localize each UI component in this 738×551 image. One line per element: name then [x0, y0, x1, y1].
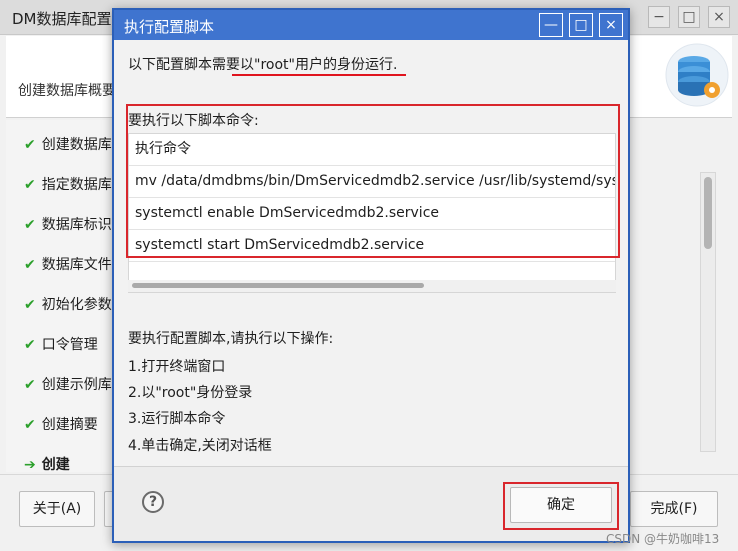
check-icon: ✔ — [24, 217, 36, 233]
step-item: ✔ 创建摘要 — [24, 417, 98, 433]
check-icon: ✔ — [24, 417, 36, 433]
table-row[interactable]: systemctl enable DmServicedmdb2.service — [129, 198, 615, 230]
step-item: ✔ 创建示例库 — [24, 377, 112, 393]
instructions-title: 要执行配置脚本,请执行以下操作: — [128, 331, 334, 347]
check-icon: ✔ — [24, 377, 36, 393]
installer-scrollbar-thumb[interactable] — [704, 177, 712, 249]
dialog-titlebar: 执行配置脚本 — □ × — [114, 10, 628, 40]
finish-button[interactable]: 完成(F) — [630, 491, 718, 527]
command-table-horizontal-scrollbar[interactable] — [128, 280, 616, 292]
note-underline-annotation — [232, 74, 406, 76]
run-config-script-dialog: 执行配置脚本 — □ × 以下配置脚本需要以"root"用户的身份运行. 要执行… — [112, 8, 630, 543]
ok-button[interactable]: 确定 — [510, 487, 612, 523]
arrow-right-icon: ➔ — [24, 457, 36, 473]
command-section-label: 要执行以下脚本命令: — [128, 113, 259, 129]
instruction-step: 1.打开终端窗口 — [128, 359, 226, 375]
watermark: CSDN @牛奶咖啡13 — [606, 532, 720, 546]
dialog-close-button[interactable]: × — [599, 13, 623, 37]
check-icon: ✔ — [24, 337, 36, 353]
command-table-scrollbar-thumb[interactable] — [132, 283, 424, 288]
dialog-title: 执行配置脚本 — [124, 18, 215, 36]
installer-vertical-scrollbar[interactable] — [700, 172, 716, 452]
step-item-current: ➔ 创建 — [24, 457, 70, 473]
installer-header-text: 创建数据库概要 — [18, 83, 116, 99]
check-icon: ✔ — [24, 297, 36, 313]
installer-maximize-button[interactable]: □ — [678, 6, 700, 28]
root-user-note: 以下配置脚本需要以"root"用户的身份运行. — [128, 57, 398, 73]
command-table-header: 执行命令 — [129, 134, 615, 166]
installer-minimize-button[interactable]: − — [648, 6, 670, 28]
check-icon: ✔ — [24, 137, 36, 153]
table-row[interactable]: systemctl start DmServicedmdb2.service — [129, 230, 615, 262]
installer-steps-panel: ✔ 创建数据库 ✔ 指定数据库 ✔ 数据库标识 ✔ 数据库文件 ✔ 初始化参数 ✔ 口令管理… — [6, 120, 118, 473]
dialog-maximize-button[interactable]: □ — [569, 13, 593, 37]
dialog-minimize-button[interactable]: — — [539, 13, 563, 37]
table-row[interactable]: mv /data/dmdbms/bin/DmServicedmdb2.servi… — [129, 166, 615, 198]
about-button[interactable]: 关于(A) — [19, 491, 95, 527]
installer-title: DM数据库配置 — [12, 10, 112, 28]
step-item: ✔ 数据库文件 — [24, 257, 112, 273]
check-icon: ✔ — [24, 257, 36, 273]
instruction-step: 3.运行脚本命令 — [128, 411, 226, 427]
installer-close-button[interactable]: × — [708, 6, 730, 28]
step-item: ✔ 数据库标识 — [24, 217, 112, 233]
check-icon: ✔ — [24, 177, 36, 193]
instruction-step: 2.以"root"身份登录 — [128, 385, 253, 401]
command-table[interactable]: 执行命令 mv /data/dmdbms/bin/DmServicedmdb2.… — [128, 133, 616, 293]
database-gear-icon — [665, 43, 729, 107]
help-icon[interactable]: ? — [142, 491, 164, 513]
step-item: ✔ 指定数据库 — [24, 177, 112, 193]
instruction-step: 4.单击确定,关闭对话框 — [128, 438, 272, 454]
step-item: ✔ 创建数据库 — [24, 137, 112, 153]
step-item: ✔ 初始化参数 — [24, 297, 112, 313]
step-item: ✔ 口令管理 — [24, 337, 98, 353]
